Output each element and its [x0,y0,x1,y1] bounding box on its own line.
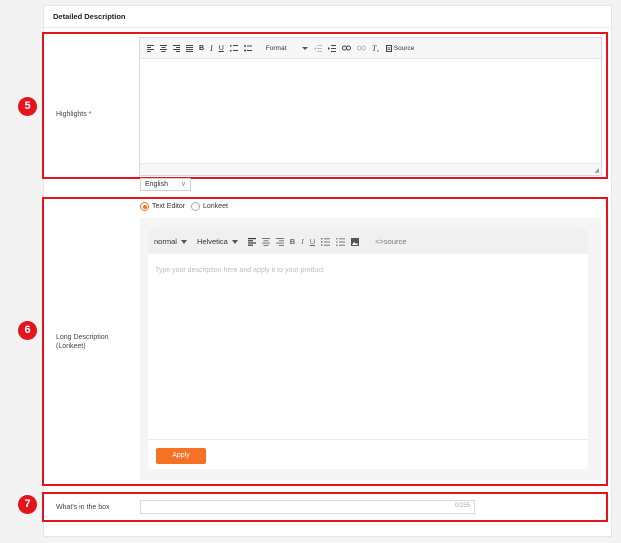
font-size-dropdown[interactable]: normal [154,237,187,246]
format-dropdown[interactable]: Format [266,42,308,54]
radio-lorikeet[interactable]: Lorikeet [191,202,228,211]
source-button[interactable]: Source [385,42,415,54]
language-select[interactable]: English ∨ [140,178,191,191]
font-family-dropdown[interactable]: Helvetica [197,237,238,246]
long-description-toolbar: normal Helvetica B I U <>source [148,229,588,254]
underline-button[interactable]: U [310,236,315,248]
image-icon[interactable] [351,236,360,248]
source-button-label: Source [393,44,415,52]
numbered-list-icon[interactable] [229,42,238,54]
source-toggle-button[interactable]: <>source [375,236,406,248]
align-right-icon[interactable] [173,42,180,54]
align-right-icon[interactable] [275,236,284,248]
radio-lorikeet-label: Lorikeet [203,203,228,210]
character-counter: 0/255 [454,503,470,509]
step-badge-5: 5 [18,97,37,116]
font-size-value: normal [154,237,177,246]
unlink-icon[interactable] [356,42,366,54]
long-description-editor[interactable]: normal Helvetica B I U <>source Type you… [148,229,588,469]
step-badge-6: 6 [18,321,37,340]
chevron-down-icon [301,46,308,50]
highlights-statusbar: ◢ [140,163,601,175]
highlights-toolbar: B I U Format T x Source [140,38,601,59]
language-select-value: English [145,181,168,188]
svg-text:x: x [377,48,379,52]
caret-down-icon [231,239,238,244]
title-divider [44,27,611,28]
whats-in-box-input[interactable]: 0/255 [140,500,475,514]
required-mark: * [88,111,92,118]
long-description-label: Long Description (Lorikeet) [56,334,109,350]
radio-text-editor[interactable]: Text Editor [140,202,185,211]
section-title: Detailed Description [53,12,126,21]
radio-unchecked-icon [191,202,200,211]
apply-button[interactable]: Apply [156,448,206,464]
align-left-icon[interactable] [247,236,256,248]
editor-footer-divider [148,439,588,440]
numbered-list-icon[interactable] [321,236,331,248]
highlights-label: Highlights * [56,110,91,119]
italic-button[interactable]: I [301,236,304,248]
link-icon[interactable] [341,42,351,54]
chevron-down-icon: ∨ [180,181,186,188]
align-center-icon[interactable] [261,236,270,248]
radio-checked-icon [140,202,149,211]
bullet-list-icon[interactable] [336,236,346,248]
highlights-label-text: Highlights [56,111,87,118]
underline-button[interactable]: U [219,42,224,54]
whats-in-box-value [141,509,144,516]
long-description-placeholder: Type your description here and apply it … [155,267,324,274]
radio-text-editor-label: Text Editor [152,203,186,210]
page: Detailed Description 5 Highlights * B I … [0,0,621,543]
align-left-icon[interactable] [147,42,154,54]
bold-button[interactable]: B [290,236,295,248]
format-dropdown-label: Format [265,44,287,52]
indent-icon[interactable] [327,42,336,54]
step-badge-7: 7 [18,495,37,514]
bullet-list-icon[interactable] [243,42,252,54]
align-center-icon[interactable] [160,42,167,54]
outdent-icon[interactable] [313,42,322,54]
italic-button[interactable]: I [210,42,213,54]
align-justify-icon[interactable] [186,42,193,54]
document-icon [385,44,392,52]
clear-formatting-icon[interactable]: Tx [372,42,380,54]
bold-button[interactable]: B [199,42,204,54]
whats-in-box-label: What's in the box [56,504,110,511]
caret-down-icon [180,239,187,244]
font-family-value: Helvetica [196,237,228,246]
resize-handle-icon[interactable]: ◢ [594,167,599,174]
highlights-editor[interactable]: B I U Format T x Source ◢ [139,37,602,176]
